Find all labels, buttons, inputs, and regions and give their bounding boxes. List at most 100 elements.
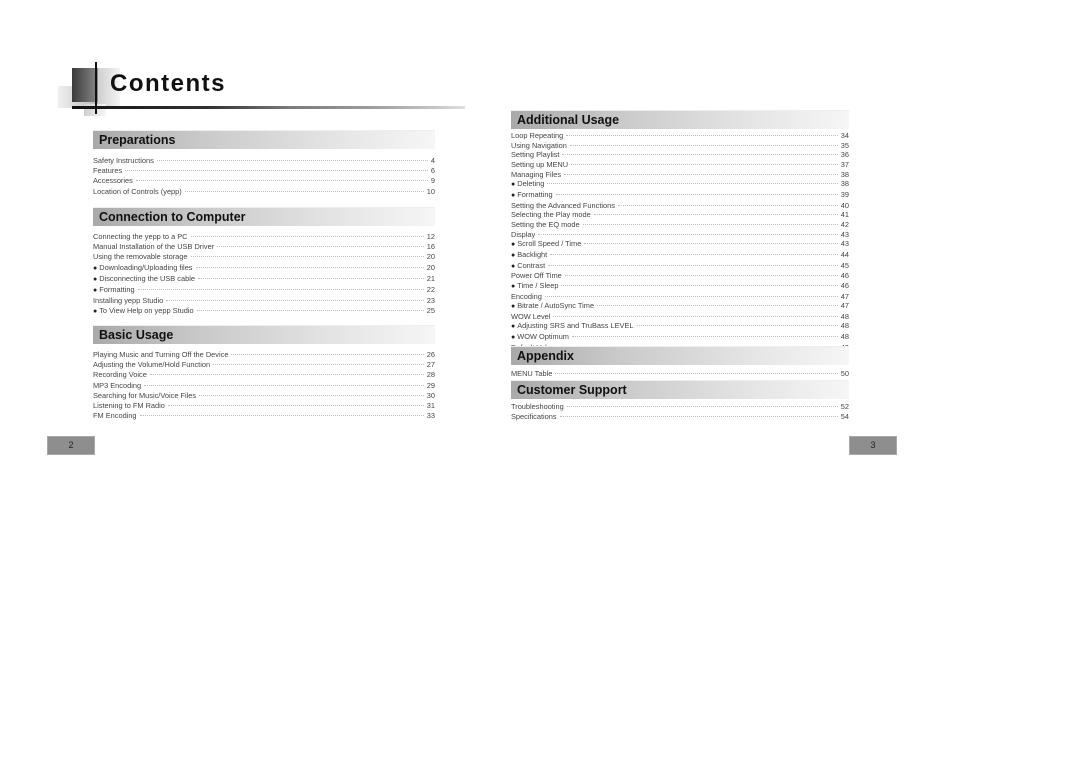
toc-page-number: 33 — [426, 411, 435, 421]
toc-entry[interactable]: To View Help on yepp Studio 25 — [93, 306, 435, 317]
dot-leader — [190, 256, 424, 258]
toc-entry[interactable]: Recording Voice 28 — [93, 370, 435, 380]
toc-subentry-label: Disconnecting the USB cable — [93, 274, 195, 285]
toc-page-number: 47 — [840, 291, 849, 301]
toc-page-number: 48 — [840, 332, 849, 342]
section-heading: Connection to Computer — [93, 207, 435, 226]
toc-page-number: 40 — [840, 200, 849, 210]
toc-entry[interactable]: Adjusting SRS and TruBass LEVEL 48 — [511, 321, 849, 332]
section-heading: Appendix — [511, 346, 849, 365]
toc-entry[interactable]: WOW Optimum 48 — [511, 332, 849, 343]
toc-page-number: 4 — [430, 156, 435, 165]
toc-entry[interactable]: Power Off Time 46 — [511, 271, 849, 281]
toc-entry[interactable]: Manual Installation of the USB Driver 16 — [93, 242, 435, 252]
toc-page-number: 52 — [840, 402, 849, 411]
toc-entry[interactable]: Specifications 54 — [511, 412, 849, 422]
dot-leader — [582, 223, 838, 225]
toc-entry[interactable]: Setting Playlist 36 — [511, 150, 849, 160]
toc-subentry-label: WOW Optimum — [511, 332, 569, 343]
dot-leader — [548, 264, 838, 266]
toc-list: Playing Music and Turning Off the Device… — [93, 350, 435, 421]
toc-page-number: 50 — [840, 369, 849, 378]
toc-entry[interactable]: Location of Controls (yepp) 10 — [93, 187, 435, 197]
dot-leader — [149, 374, 424, 376]
toc-entry[interactable]: Encoding 47 — [511, 292, 849, 302]
dot-leader — [555, 193, 838, 195]
toc-entry[interactable]: Using Navigation 35 — [511, 141, 849, 151]
toc-entry[interactable]: Listening to FM Radio 31 — [93, 401, 435, 411]
toc-entry-label: Connecting the yepp to a PC — [93, 232, 188, 241]
toc-page-number: 31 — [426, 401, 435, 411]
toc-page-number: 54 — [840, 411, 849, 421]
toc-entry-label: MENU Table — [511, 369, 553, 378]
toc-entry[interactable]: MENU Table 50 — [511, 369, 849, 379]
toc-page-number: 26 — [426, 350, 435, 359]
dot-leader — [184, 190, 424, 192]
dot-leader — [213, 364, 424, 366]
toc-entry[interactable]: Setting the Advanced Functions 40 — [511, 201, 849, 211]
toc-entry[interactable]: FM Encoding 33 — [93, 411, 435, 421]
toc-entry[interactable]: Deleting 38 — [511, 179, 849, 190]
toc-entry[interactable]: Playing Music and Turning Off the Device… — [93, 350, 435, 360]
toc-entry[interactable]: Display 43 — [511, 230, 849, 240]
dot-leader — [544, 295, 838, 297]
toc-entry[interactable]: Formatting 39 — [511, 190, 849, 201]
toc-entry-label: Manual Installation of the USB Driver — [93, 242, 215, 252]
toc-entry[interactable]: Backlight 44 — [511, 250, 849, 261]
toc-entry[interactable]: Setting up MENU 37 — [511, 160, 849, 170]
toc-entry[interactable]: Loop Repeating 34 — [511, 131, 849, 141]
toc-page-number: 38 — [840, 179, 849, 189]
toc-entry[interactable]: Downloading/Uploading files 20 — [93, 263, 435, 274]
toc-entry[interactable]: Connecting the yepp to a PC 12 — [93, 232, 435, 242]
toc-entry-label: Display — [511, 229, 536, 239]
toc-page-number: 6 — [430, 166, 435, 176]
toc-entry[interactable]: Safety Instructions 4 — [93, 156, 435, 166]
toc-subentry-label: Adjusting SRS and TruBass LEVEL — [511, 321, 633, 332]
toc-page-number: 45 — [840, 260, 849, 270]
toc-entry[interactable]: Features 6 — [93, 166, 435, 176]
toc-entry[interactable]: Accessories 9 — [93, 176, 435, 186]
toc-page-number: 34 — [840, 131, 849, 140]
toc-entry[interactable]: Contrast 45 — [511, 261, 849, 272]
dot-leader — [217, 246, 424, 248]
toc-entry[interactable]: Time / Sleep 46 — [511, 281, 849, 292]
section-heading: Additional Usage — [511, 110, 849, 129]
toc-entry[interactable]: WOW Level 48 — [511, 312, 849, 322]
dot-leader — [571, 336, 838, 338]
toc-entry[interactable]: Searching for Music/Voice Files 30 — [93, 391, 435, 401]
toc-page-number: 9 — [430, 176, 435, 186]
toc-entry[interactable]: Setting the EQ mode 42 — [511, 220, 849, 230]
toc-entry[interactable]: Scroll Speed / Time 43 — [511, 239, 849, 250]
dot-leader — [562, 154, 838, 156]
toc-list: Safety Instructions 4 Features 6 Accessories… — [93, 156, 435, 197]
toc-entry[interactable]: MP3 Encoding 29 — [93, 381, 435, 391]
toc-page-number: 12 — [426, 232, 435, 241]
toc-entry[interactable]: Disconnecting the USB cable 21 — [93, 274, 435, 285]
toc-page-number: 41 — [840, 210, 849, 220]
toc-entry-label: Using Navigation — [511, 140, 567, 150]
toc-entry[interactable]: Installing yepp Studio 23 — [93, 296, 435, 306]
toc-list: MENU Table 50 — [511, 369, 849, 379]
dot-leader — [190, 236, 424, 237]
dot-leader — [166, 300, 424, 302]
toc-entry[interactable]: Adjusting the Volume/Hold Function 27 — [93, 360, 435, 370]
toc-entry[interactable]: Troubleshooting 52 — [511, 402, 849, 412]
toc-entry[interactable]: Bitrate / AutoSync Time 47 — [511, 301, 849, 312]
toc-entry[interactable]: Managing Files 38 — [511, 170, 849, 180]
toc-entry-label: Setting the EQ mode — [511, 219, 580, 229]
toc-subentry-label: Backlight — [511, 250, 547, 261]
toc-entry-label: FM Encoding — [93, 411, 137, 421]
dot-leader — [553, 315, 838, 317]
section-customer-support: Customer Support Troubleshooting 52 Specif… — [511, 380, 849, 421]
toc-entry-label: WOW Level — [511, 311, 551, 321]
toc-page-number: 46 — [840, 271, 849, 281]
toc-entry[interactable]: Using the removable storage 20 — [93, 252, 435, 262]
toc-entry-label: Using the removable storage — [93, 252, 188, 262]
toc-entry[interactable]: Formatting 22 — [93, 285, 435, 296]
toc-entry[interactable]: Selecting the Play mode 41 — [511, 210, 849, 220]
page-number-right: 3 — [849, 436, 897, 455]
toc-entry-label: Adjusting the Volume/Hold Function — [93, 360, 211, 370]
dot-leader — [139, 415, 424, 417]
section-heading: Customer Support — [511, 380, 849, 399]
toc-page-number: 28 — [426, 370, 435, 380]
